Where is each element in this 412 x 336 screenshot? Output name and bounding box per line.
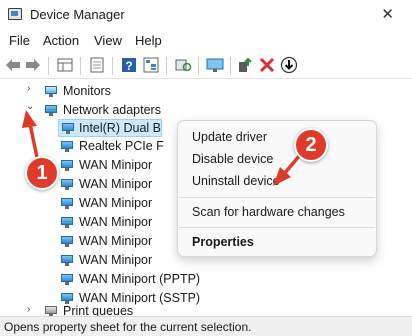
expand-chevron-icon[interactable]: › bbox=[27, 304, 30, 315]
tree-item-label: Network adapters bbox=[63, 103, 161, 117]
menu-separator bbox=[179, 227, 375, 228]
step-badge-1: 1 bbox=[25, 156, 59, 190]
tree-item-label: Intel(R) Dual B bbox=[79, 121, 161, 135]
tree-item-wan-miniport[interactable]: WAN Minipor bbox=[60, 251, 152, 269]
tree-item-wan-miniport[interactable]: WAN Minipor bbox=[60, 194, 152, 212]
menu-separator bbox=[179, 197, 375, 198]
monitor-icon bbox=[44, 85, 58, 97]
step-badge-2: 2 bbox=[294, 128, 328, 162]
page-icon[interactable] bbox=[88, 56, 106, 74]
menu-item-disable-device[interactable]: Disable device bbox=[192, 152, 273, 166]
status-text: Opens property sheet for the current sel… bbox=[4, 320, 252, 334]
collapse-chevron-icon[interactable]: ⌄ bbox=[26, 101, 34, 112]
network-adapter-icon bbox=[61, 122, 74, 134]
toolbar-separator bbox=[166, 57, 167, 75]
update-driver-icon[interactable] bbox=[236, 56, 254, 74]
network-adapter-icon bbox=[60, 178, 74, 190]
toolbar-separator bbox=[112, 57, 113, 75]
tree-item-wan-miniport[interactable]: WAN Minipor bbox=[60, 175, 152, 193]
close-icon[interactable]: ✕ bbox=[381, 5, 394, 23]
network-adapter-icon bbox=[60, 140, 74, 152]
tree-item-label: WAN Miniport (PPTP) bbox=[79, 272, 201, 286]
toolbar: ? bbox=[0, 53, 412, 79]
status-bar: Opens property sheet for the current sel… bbox=[0, 316, 412, 336]
tree-item-wan-miniport-pptp[interactable]: WAN Miniport (PPTP) bbox=[60, 270, 200, 288]
tree-item-intel-dual-band[interactable]: Intel(R) Dual B bbox=[58, 119, 162, 137]
tree-item-label: WAN Minipor bbox=[79, 234, 153, 248]
tree-item-label: Realtek PCIe F bbox=[79, 139, 164, 153]
toolbar-separator bbox=[80, 57, 81, 75]
menu-view[interactable]: View bbox=[94, 33, 122, 48]
tree-item-wan-miniport[interactable]: WAN Minipor bbox=[60, 156, 152, 174]
svg-text:?: ? bbox=[125, 59, 132, 73]
device-manager-icon bbox=[8, 8, 22, 20]
tree-item-realtek[interactable]: Realtek PCIe F bbox=[60, 137, 164, 155]
menu-action[interactable]: Action bbox=[43, 33, 79, 48]
tree-item-label: WAN Minipor bbox=[79, 158, 153, 172]
uninstall-x-icon[interactable] bbox=[258, 56, 276, 74]
tree-item-wan-miniport[interactable]: WAN Minipor bbox=[60, 213, 152, 231]
tree-item-network-adapters[interactable]: Network adapters bbox=[44, 101, 161, 119]
tree-item-monitors[interactable]: Monitors bbox=[44, 82, 111, 100]
window-title: Device Manager bbox=[30, 7, 125, 22]
context-menu: Update driver Disable device Uninstall d… bbox=[177, 120, 377, 257]
expand-chevron-icon[interactable]: › bbox=[27, 83, 30, 94]
toolbar-separator bbox=[198, 57, 199, 75]
tree-item-label: WAN Minipor bbox=[79, 215, 153, 229]
network-adapter-icon bbox=[60, 273, 74, 285]
menu-item-properties[interactable]: Properties bbox=[192, 235, 254, 249]
toolbar-separator bbox=[48, 57, 49, 75]
help-icon[interactable]: ? bbox=[120, 56, 138, 74]
back-arrow-icon[interactable] bbox=[4, 56, 22, 74]
tree-item-label: WAN Minipor bbox=[79, 196, 153, 210]
download-icon[interactable] bbox=[280, 56, 298, 74]
network-adapter-icon bbox=[60, 235, 74, 247]
menu-file[interactable]: File bbox=[9, 33, 30, 48]
network-adapter-icon bbox=[44, 104, 58, 116]
network-adapter-icon bbox=[60, 254, 74, 266]
menu-bar: File Action View Help bbox=[0, 31, 412, 51]
tree-item-wan-miniport[interactable]: WAN Minipor bbox=[60, 232, 152, 250]
menu-item-uninstall-device[interactable]: Uninstall device bbox=[192, 174, 280, 188]
tree-item-label: WAN Minipor bbox=[79, 177, 153, 191]
properties-grid-icon[interactable] bbox=[56, 56, 74, 74]
printer-icon bbox=[44, 305, 58, 317]
toolbar-separator bbox=[230, 57, 231, 75]
tree-view-icon[interactable] bbox=[142, 56, 160, 74]
menu-item-scan-hardware[interactable]: Scan for hardware changes bbox=[192, 205, 345, 219]
network-adapter-icon bbox=[60, 159, 74, 171]
scan-hardware-icon[interactable] bbox=[174, 56, 192, 74]
network-adapter-icon bbox=[60, 216, 74, 228]
menu-help[interactable]: Help bbox=[135, 33, 162, 48]
tree-item-label: WAN Minipor bbox=[79, 253, 153, 267]
menu-item-update-driver[interactable]: Update driver bbox=[192, 130, 267, 144]
monitor-icon[interactable] bbox=[206, 56, 224, 74]
title-bar: Device Manager ✕ bbox=[0, 0, 412, 30]
forward-arrow-icon[interactable] bbox=[24, 56, 42, 74]
tree-item-label: Monitors bbox=[63, 84, 111, 98]
network-adapter-icon bbox=[60, 197, 74, 209]
